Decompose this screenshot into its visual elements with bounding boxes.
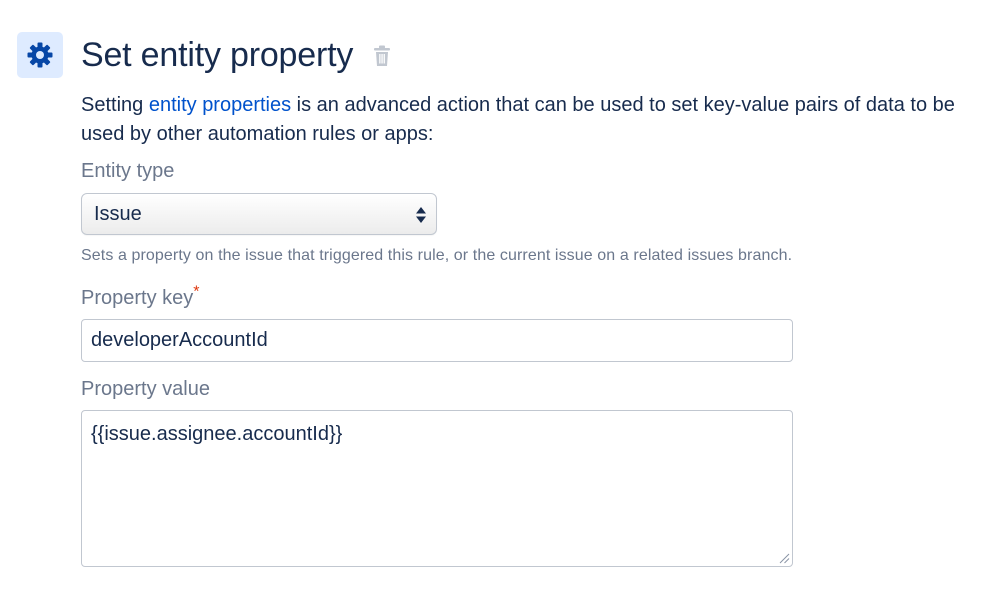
property-key-input[interactable] (81, 319, 793, 362)
set-entity-property-panel: Set entity property Setting entity prope… (0, 0, 999, 591)
trash-icon[interactable] (373, 45, 391, 67)
resize-handle-icon[interactable] (779, 553, 790, 564)
entity-type-select[interactable]: Issue (81, 193, 437, 235)
description: Setting entity properties is an advanced… (81, 91, 981, 149)
gear-icon (27, 42, 53, 68)
select-arrows-icon (416, 207, 426, 223)
property-value-textarea[interactable]: {{issue.assignee.accountId}} (81, 410, 793, 567)
entity-type-label: Entity type (81, 160, 175, 182)
entity-type-selected-value: Issue (94, 202, 142, 225)
property-key-label: Property key* (81, 283, 200, 310)
property-key-label-text: Property key (81, 287, 194, 309)
entity-type-hint: Sets a property on the issue that trigge… (81, 247, 793, 264)
description-prefix: Setting (81, 94, 149, 116)
required-marker: * (193, 283, 200, 301)
property-value-label: Property value (81, 378, 210, 400)
entity-properties-link[interactable]: entity properties (149, 94, 291, 116)
page-title: Set entity property (81, 36, 354, 74)
action-icon-tile (17, 32, 63, 78)
